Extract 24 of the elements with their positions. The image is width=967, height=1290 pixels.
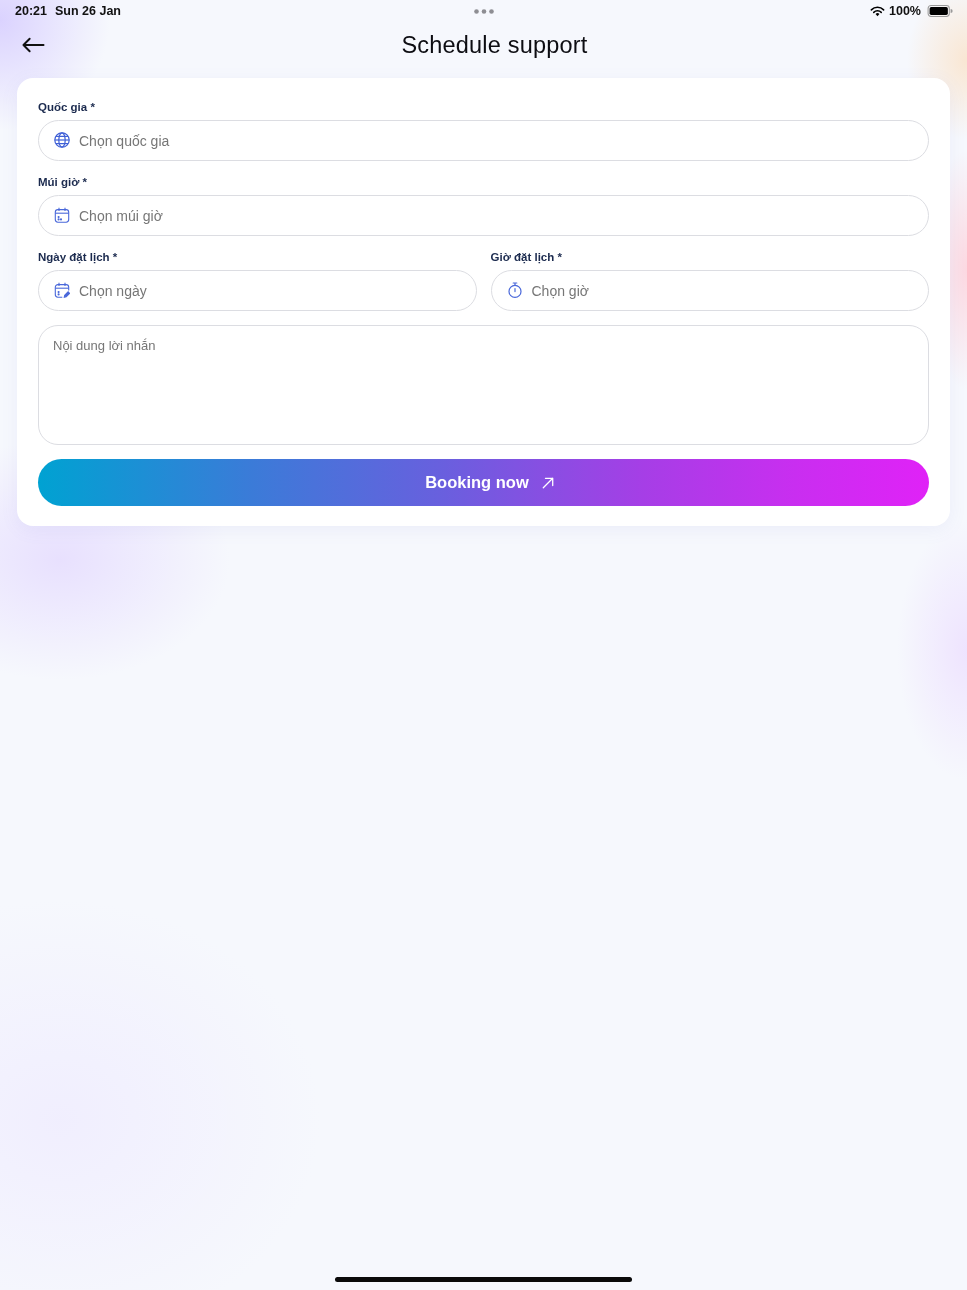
page-title: Schedule support — [400, 31, 589, 59]
booking-button[interactable]: Booking now — [38, 459, 929, 506]
left-arrow-icon — [22, 37, 45, 53]
field-label: Giờ đặt lịch * — [490, 250, 563, 264]
more-dots-icon[interactable] — [474, 8, 494, 14]
status-time: 20:21 — [15, 4, 47, 18]
select-field[interactable]: Chọn múi giờ — [38, 195, 929, 236]
field-label: Múi giờ * — [38, 175, 89, 189]
globe-icon — [54, 132, 70, 148]
status-date: Sun 26 Jan — [55, 4, 121, 18]
select-field[interactable]: Chọn quốc gia — [38, 120, 929, 161]
field-label: Ngày đặt lịch * — [38, 250, 119, 264]
field-label: Quốc gia * — [38, 100, 96, 114]
back-button[interactable] — [22, 37, 45, 53]
select-field[interactable]: Chọn ngày — [38, 270, 477, 311]
select-field[interactable]: Chọn giờ — [490, 270, 929, 311]
battery-icon — [927, 5, 953, 17]
calendar-edit-icon — [54, 282, 70, 298]
wifi-icon — [870, 5, 885, 17]
message-field[interactable]: Nội dung lời nhắn — [38, 325, 929, 445]
up-right-arrow-icon — [541, 476, 554, 489]
battery-percent: 100% — [889, 4, 921, 18]
calendar-icon — [54, 207, 70, 223]
stopwatch-icon — [506, 282, 523, 298]
